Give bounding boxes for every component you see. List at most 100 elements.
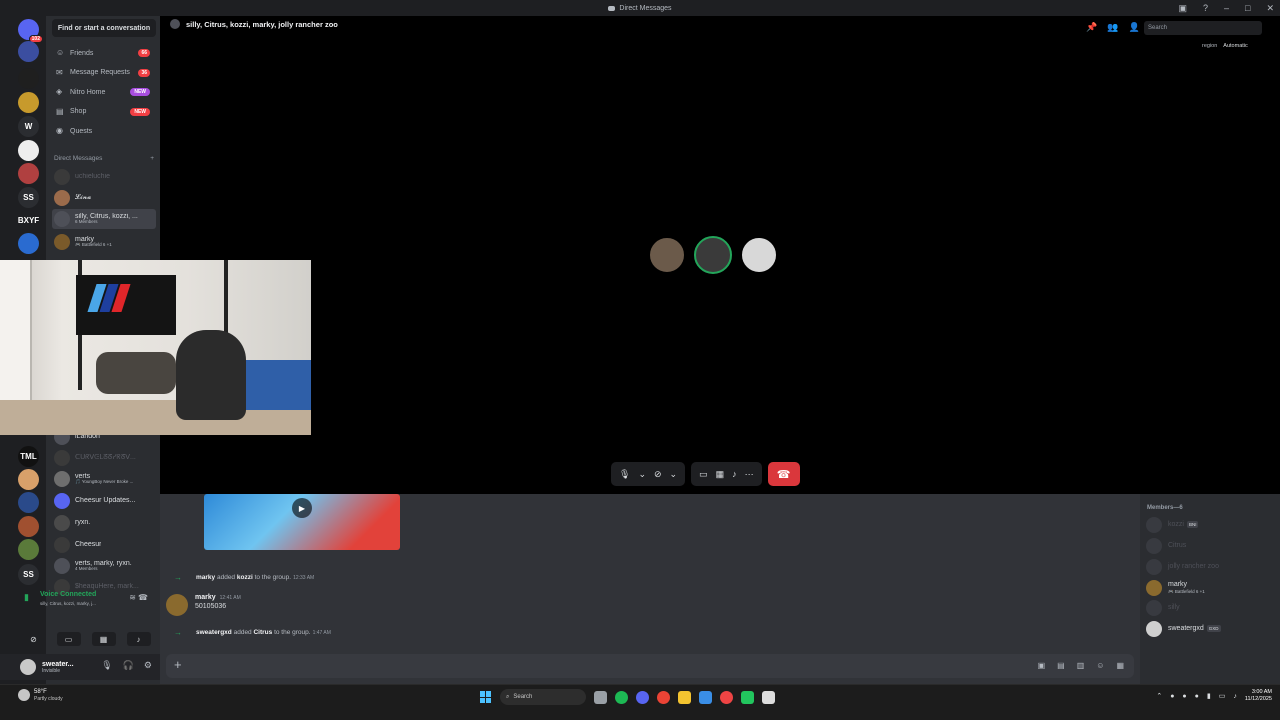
soundboard-icon[interactable]: ♪ bbox=[732, 469, 737, 479]
screen-share-icon[interactable]: ▭ bbox=[699, 469, 708, 480]
member-item[interactable]: kozzi BNI bbox=[1146, 517, 1199, 533]
voice-status[interactable]: Voice Connected bbox=[40, 591, 96, 598]
server-icon[interactable]: 102 bbox=[18, 19, 43, 43]
participant-avatar[interactable] bbox=[648, 236, 686, 274]
message-composer[interactable]: + ▣ ▤ ▥ ☺ ▦ bbox=[166, 654, 1134, 678]
camera-off-icon[interactable]: ⊘ bbox=[21, 632, 46, 646]
disconnect-icon[interactable]: ☎ bbox=[138, 593, 148, 602]
member-item[interactable]: marky 🎮 Battlefield 6 +1 bbox=[1146, 580, 1205, 596]
dm-item[interactable]: verts, marky, ryxn. 4 Members bbox=[52, 556, 156, 576]
tray-app-icon[interactable]: ● bbox=[1182, 693, 1186, 700]
member-item[interactable]: jolly rancher zoo bbox=[1146, 559, 1219, 575]
server-icon[interactable]: W bbox=[18, 116, 39, 137]
photos-icon[interactable] bbox=[699, 690, 712, 704]
chevron-down-icon[interactable]: ⌄ bbox=[670, 469, 678, 480]
clock[interactable]: 3:00 AM 11/12/2025 bbox=[1245, 689, 1272, 703]
nav-quests[interactable]: ◉ Quests bbox=[52, 122, 156, 140]
server-icon[interactable] bbox=[18, 539, 39, 560]
activities-icon[interactable]: ▦ bbox=[91, 632, 116, 646]
nav-message-requests[interactable]: ✉ Message Requests 36 bbox=[52, 64, 156, 82]
help-icon[interactable]: ? bbox=[1203, 0, 1208, 16]
dm-item[interactable]: ryxn. bbox=[52, 513, 156, 533]
dm-item[interactable]: Cheesur bbox=[52, 535, 156, 555]
play-icon[interactable]: ▶ bbox=[292, 498, 312, 518]
taskbar-search[interactable]: ⌕ Search bbox=[500, 689, 586, 705]
dm-item[interactable]: marky 🎮 Battlefield 6 +1 bbox=[52, 232, 156, 252]
soundboard-icon[interactable]: ♪ bbox=[126, 632, 151, 646]
system-target[interactable]: kozzi bbox=[237, 574, 253, 581]
message-avatar[interactable] bbox=[166, 594, 188, 616]
weather-widget[interactable]: 58°F Partly cloudy bbox=[18, 689, 63, 702]
server-icon[interactable] bbox=[18, 516, 39, 537]
apps-icon[interactable]: ▦ bbox=[1116, 661, 1124, 670]
microphone-icon[interactable]: ▮ bbox=[1207, 692, 1211, 700]
find-conversation-button[interactable]: Find or start a conversation bbox=[52, 19, 156, 37]
windows-start-icon[interactable] bbox=[480, 691, 492, 703]
gif-icon[interactable]: ▤ bbox=[1057, 661, 1065, 670]
close-button[interactable]: ✕ bbox=[1266, 0, 1274, 16]
server-icon[interactable] bbox=[18, 68, 39, 89]
activities-icon[interactable]: ▦ bbox=[716, 469, 725, 480]
server-icon[interactable] bbox=[18, 140, 39, 161]
gift-icon[interactable]: ▣ bbox=[1038, 661, 1046, 670]
terminal-icon[interactable] bbox=[762, 690, 775, 704]
headphones-icon[interactable]: 🎧 bbox=[123, 660, 134, 671]
dm-item[interactable]: Cheesur Updates... bbox=[52, 491, 156, 511]
nav-nitro-home[interactable]: ◈ Nitro Home NEW bbox=[52, 83, 156, 101]
microphone-icon[interactable]: 🎙 bbox=[619, 469, 630, 480]
network-icon[interactable]: ▭ bbox=[1219, 692, 1226, 700]
volume-icon[interactable]: ♪ bbox=[1233, 693, 1237, 700]
noise-suppression-icon[interactable]: ≋ bbox=[129, 593, 136, 602]
server-icon[interactable] bbox=[18, 163, 39, 184]
search-input[interactable]: Search bbox=[1144, 21, 1262, 35]
region-selector[interactable]: region Automatic bbox=[1202, 43, 1248, 49]
task-view-icon[interactable] bbox=[594, 690, 607, 704]
user-avatar[interactable] bbox=[20, 659, 36, 675]
camera-off-icon[interactable]: ⊘ bbox=[654, 469, 662, 480]
discord-icon[interactable] bbox=[636, 690, 649, 704]
system-actor[interactable]: sweatergxd bbox=[196, 629, 232, 636]
spotify-icon[interactable] bbox=[615, 690, 628, 704]
nav-shop[interactable]: ▤ Shop NEW bbox=[52, 103, 156, 121]
dm-item[interactable]: verts 🎵 YoungBoy Never Broke ... bbox=[52, 469, 156, 489]
create-dm-icon[interactable]: + bbox=[150, 155, 154, 162]
dm-item[interactable]: ᑕᑌᖇᐯᕮᒪᘔᘔᓰᖇᘔᐯ... bbox=[52, 448, 156, 468]
screen-share-icon[interactable]: ▭ bbox=[56, 632, 81, 646]
server-icon[interactable]: SS bbox=[18, 187, 39, 208]
system-target[interactable]: Citrus bbox=[253, 629, 272, 636]
server-icon[interactable]: TML bbox=[18, 446, 39, 467]
minimize-button[interactable]: – bbox=[1224, 0, 1229, 16]
pin-icon[interactable]: 📌 bbox=[1086, 22, 1097, 33]
end-call-button[interactable]: ☎ bbox=[767, 462, 800, 486]
tray-app-icon[interactable]: ● bbox=[1170, 693, 1174, 700]
attach-plus-icon[interactable]: + bbox=[174, 657, 182, 672]
server-icon[interactable]: SS bbox=[18, 564, 39, 585]
server-icon[interactable] bbox=[18, 469, 39, 490]
server-icon[interactable] bbox=[18, 41, 39, 62]
app-icon[interactable] bbox=[720, 690, 733, 704]
server-icon[interactable] bbox=[18, 92, 39, 113]
server-icon[interactable] bbox=[18, 492, 39, 513]
message-author[interactable]: marky bbox=[195, 594, 216, 601]
file-explorer-icon[interactable] bbox=[678, 690, 691, 704]
microphone-icon[interactable]: 🎙 bbox=[101, 660, 112, 671]
more-icon[interactable]: ⋯ bbox=[745, 469, 754, 480]
dm-item[interactable]: 𝓛𝓲𝓷𝓪 bbox=[52, 188, 156, 208]
sticker-icon[interactable]: ▥ bbox=[1077, 661, 1085, 670]
server-icon[interactable] bbox=[18, 233, 39, 254]
maximize-button[interactable]: □ bbox=[1245, 0, 1250, 16]
dm-item[interactable]: silly, Citrus, kozzi, ... 6 Members bbox=[52, 209, 156, 229]
member-list-icon[interactable]: 👤 bbox=[1128, 22, 1139, 33]
chevron-up-icon[interactable]: ⌃ bbox=[1156, 692, 1162, 700]
system-actor[interactable]: marky bbox=[196, 574, 215, 581]
settings-gear-icon[interactable]: ⚙ bbox=[144, 660, 152, 671]
chevron-down-icon[interactable]: ⌄ bbox=[638, 469, 646, 480]
server-icon[interactable]: BXYF bbox=[18, 210, 39, 231]
member-item[interactable]: Citrus bbox=[1146, 538, 1186, 554]
member-item[interactable]: silly bbox=[1146, 600, 1180, 616]
region-value[interactable]: Automatic bbox=[1223, 43, 1247, 49]
emoji-icon[interactable]: ☺ bbox=[1096, 661, 1104, 670]
inbox-icon[interactable]: ▣ bbox=[1178, 0, 1187, 16]
chrome-icon[interactable] bbox=[657, 690, 670, 704]
member-item[interactable]: sweatergxd GXD bbox=[1146, 621, 1221, 637]
